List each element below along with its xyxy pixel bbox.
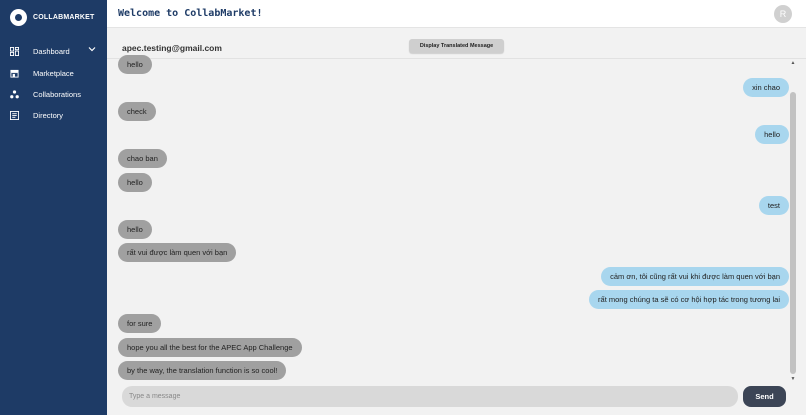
sidebar-nav: Dashboard Marketplace Collaborations Dir… xyxy=(0,39,107,126)
message-composer: Send xyxy=(107,383,806,415)
message-sent: rất mong chúng ta sẽ có cơ hội hợp tác t… xyxy=(589,290,789,309)
sidebar-item-label: Marketplace xyxy=(33,69,74,78)
scroll-up-arrow-icon[interactable]: ▲ xyxy=(790,60,796,66)
message-received: hello xyxy=(118,220,152,239)
message-received: hello xyxy=(118,173,152,192)
message-received: for sure xyxy=(118,314,162,333)
sidebar-item-label: Directory xyxy=(33,111,64,120)
brand[interactable]: COLLABMARKET xyxy=(0,0,107,34)
translate-button[interactable]: Display Translated Message xyxy=(409,39,504,53)
sidebar-item-label: Dashboard xyxy=(33,46,70,56)
list-icon xyxy=(9,111,19,121)
scrollbar-thumb[interactable] xyxy=(790,92,796,374)
message-received: hello xyxy=(118,55,152,74)
message-input[interactable] xyxy=(122,386,738,407)
message-received: check xyxy=(118,102,156,121)
message-received: hope you all the best for the APEC App C… xyxy=(118,338,302,357)
sidebar-item-dashboard[interactable]: Dashboard xyxy=(0,39,107,63)
sidebar-item-label: Collaborations xyxy=(33,90,81,99)
chevron-down-icon[interactable] xyxy=(88,45,96,53)
message-sent: test xyxy=(758,196,789,215)
message-sent: cảm ơn, tôi cũng rất vui khi được làm qu… xyxy=(601,267,789,286)
brand-name: COLLABMARKET xyxy=(33,13,95,21)
page-title: Welcome to CollabMarket! xyxy=(118,8,263,19)
message-received: rất vui được làm quen với bạn xyxy=(118,243,237,262)
message-sent: xin chao xyxy=(743,78,789,97)
avatar[interactable]: R xyxy=(774,5,792,23)
sidebar-item-marketplace[interactable]: Marketplace xyxy=(0,63,107,84)
network-icon xyxy=(9,90,19,100)
sidebar-item-collaborations[interactable]: Collaborations xyxy=(0,84,107,105)
send-button[interactable]: Send xyxy=(743,386,786,407)
message-list[interactable]: hello xin chao check hello chao ban hell… xyxy=(107,52,790,382)
store-icon xyxy=(9,69,19,79)
scrollbar[interactable]: ▲ ▼ xyxy=(790,60,796,382)
grid-icon xyxy=(9,46,19,56)
message-received: chao ban xyxy=(118,149,167,168)
message-received: by the way, the translation function is … xyxy=(118,361,287,380)
message-sent: hello xyxy=(755,125,789,144)
sidebar-item-directory[interactable]: Directory xyxy=(0,105,107,126)
top-bar: Welcome to CollabMarket! R xyxy=(107,0,806,28)
logo-icon xyxy=(10,8,27,26)
sidebar: COLLABMARKET Dashboard Marketplace Colla… xyxy=(0,0,107,415)
scroll-down-arrow-icon[interactable]: ▼ xyxy=(790,376,796,382)
